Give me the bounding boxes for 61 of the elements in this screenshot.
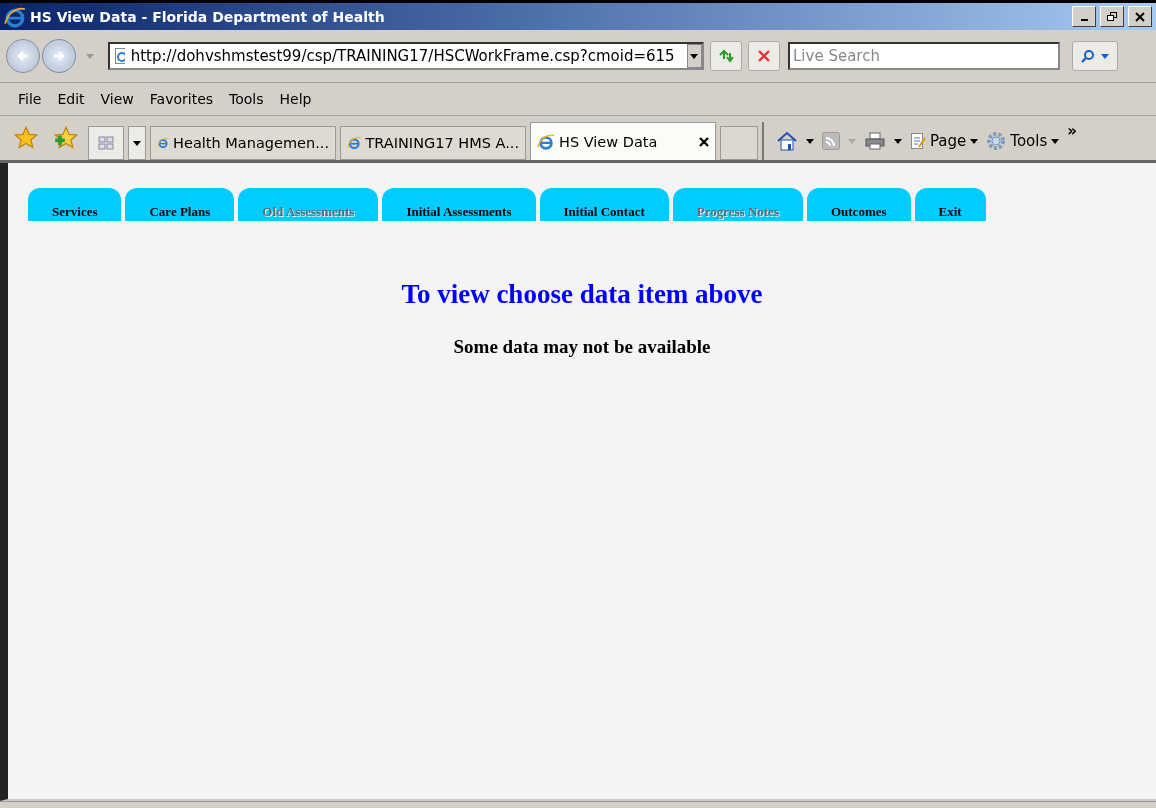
refresh-arrows-icon [718, 49, 734, 63]
back-arrow-icon [16, 49, 30, 63]
home-icon[interactable] [776, 131, 798, 151]
refresh-button[interactable] [710, 41, 742, 71]
minimize-icon [1080, 18, 1088, 21]
document-icon [910, 132, 926, 150]
close-button[interactable] [1128, 6, 1152, 27]
browser-logo-icon [4, 5, 26, 28]
restore-button[interactable] [1100, 6, 1124, 27]
info-text: Some data may not be available [452, 336, 712, 358]
menu-item[interactable]: Edit [49, 91, 93, 107]
caret-icon[interactable] [806, 138, 814, 144]
caret-icon [1051, 138, 1060, 144]
menu-item[interactable]: Tools [221, 91, 272, 107]
page-icon [347, 134, 362, 152]
star-icon[interactable] [14, 126, 38, 150]
forward-arrow-icon [52, 49, 66, 63]
search-button[interactable] [1072, 41, 1118, 71]
close-icon [1135, 11, 1145, 22]
minimize-button[interactable] [1072, 6, 1096, 27]
caret-icon[interactable] [894, 138, 902, 144]
page-tab[interactable]: Care Plans [125, 188, 235, 221]
menu-item[interactable]: View [92, 91, 142, 107]
page-tab[interactable]: Services [28, 188, 122, 221]
caret-icon [133, 140, 141, 146]
new-tab-button[interactable] [720, 126, 758, 160]
tools-menu-button[interactable]: Tools [986, 131, 1060, 151]
page-icon [537, 132, 555, 151]
page-tab[interactable]: Initial Assessments [382, 188, 536, 221]
page-menu-button[interactable]: Page [910, 132, 979, 150]
grid-icon [98, 136, 114, 150]
browser-tab[interactable]: HS View Data [530, 122, 716, 160]
window-title: HS View Data - Florida Department of Health [30, 8, 385, 25]
restore-icon [1107, 11, 1117, 22]
page-icon [114, 48, 125, 64]
menu-item[interactable]: Favorites [141, 91, 222, 107]
printer-icon[interactable] [864, 131, 886, 151]
search-field[interactable]: Live Search [788, 42, 1060, 70]
stop-button[interactable] [748, 41, 780, 71]
add-star-icon[interactable] [54, 126, 78, 150]
gear-icon [986, 131, 1007, 151]
close-icon[interactable] [699, 136, 709, 147]
search-icon [1081, 49, 1095, 63]
page-heading: To view choose data item above [400, 279, 764, 310]
page-tab[interactable]: Exit [914, 188, 986, 221]
more-commands-button[interactable]: » [1067, 122, 1077, 140]
browser-tab[interactable]: TRAINING17 HMS A... [340, 126, 526, 160]
caret-icon [690, 53, 699, 59]
menu-item[interactable]: Help [271, 91, 320, 107]
caret-icon [970, 138, 979, 144]
address-field[interactable]: http://dohvshmstest99/csp/TRAINING17/HSCWorkFrame.csp?cmoid=615 [108, 42, 704, 70]
forward-button[interactable] [42, 39, 76, 73]
page-tab[interactable]: Outcomes [806, 188, 911, 221]
feed-icon[interactable] [822, 132, 840, 150]
page-tab[interactable]: Initial Contact [539, 188, 669, 221]
browser-tab[interactable]: Health Managemen... [150, 126, 336, 160]
menu-item[interactable]: File [10, 91, 50, 107]
back-button[interactable] [6, 39, 40, 73]
caret-icon [1101, 53, 1109, 59]
tab-list-button[interactable] [128, 126, 146, 160]
close-icon [758, 50, 770, 62]
